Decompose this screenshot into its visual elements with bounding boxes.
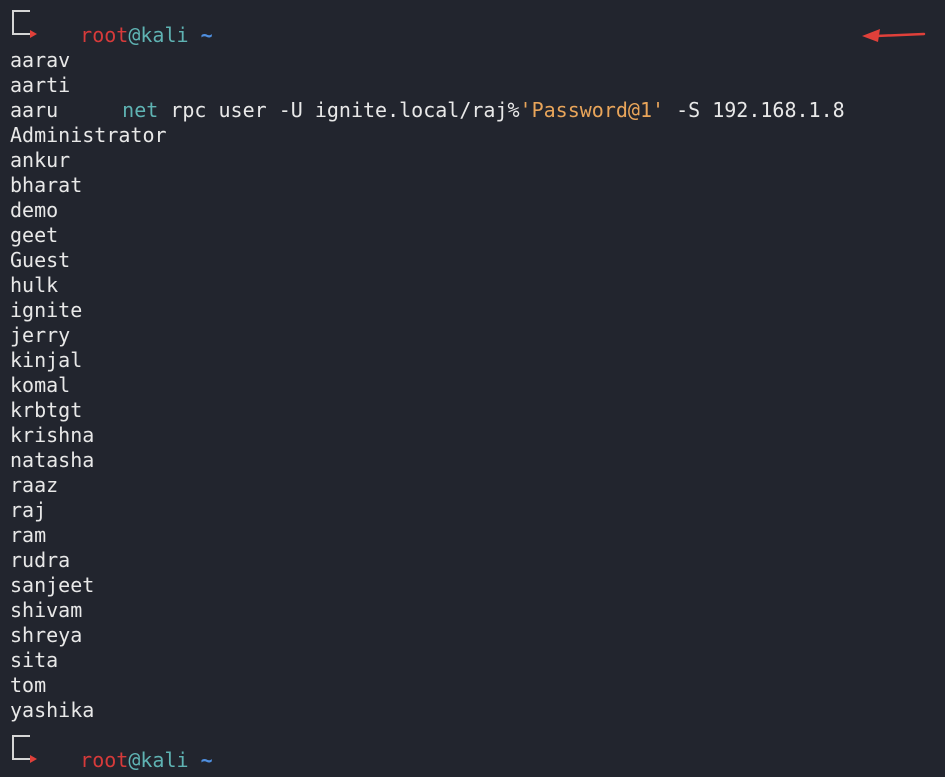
output-line: yashika bbox=[10, 698, 95, 722]
output-line: sanjeet bbox=[10, 573, 95, 597]
output-line: demo bbox=[10, 198, 59, 222]
prompt-bracket-bottom-icon bbox=[12, 23, 30, 35]
output-line: rudra bbox=[10, 548, 71, 572]
output-line: ram bbox=[10, 523, 47, 547]
prompt-arrow-icon bbox=[30, 755, 37, 763]
output-line: krbtgt bbox=[10, 398, 83, 422]
output-line: komal bbox=[10, 373, 71, 397]
output-line: aarav bbox=[10, 48, 71, 72]
command-line-2[interactable] bbox=[0, 748, 945, 773]
command-line[interactable]: net rpc user -U ignite.local/raj%'Passwo… bbox=[0, 23, 945, 122]
output-line: kinjal bbox=[10, 348, 83, 372]
output-line: tom bbox=[10, 673, 47, 697]
output-line: Administrator bbox=[10, 123, 167, 147]
prompt-header-2: root@kali ~ bbox=[0, 723, 945, 772]
output-line: krishna bbox=[10, 423, 95, 447]
terminal-window[interactable]: root@kali ~ net rpc user -U ignite.local… bbox=[0, 0, 945, 775]
output-line: aaru bbox=[10, 98, 59, 122]
output-line: geet bbox=[10, 223, 59, 247]
prompt-bracket-bottom-icon bbox=[12, 748, 30, 760]
output-line: sita bbox=[10, 648, 59, 672]
output-line: shivam bbox=[10, 598, 83, 622]
prompt-bracket-top-icon bbox=[12, 735, 30, 749]
prompt-header: root@kali ~ bbox=[0, 0, 945, 47]
output-line: raaz bbox=[10, 473, 59, 497]
prompt-bracket-top-icon bbox=[12, 10, 30, 24]
command-output: aarav aarti aaru Administrator ankur bha… bbox=[0, 48, 945, 723]
output-line: bharat bbox=[10, 173, 83, 197]
output-line: hulk bbox=[10, 273, 59, 297]
annotation-arrow-icon bbox=[862, 29, 926, 42]
output-line: aarti bbox=[10, 73, 71, 97]
output-line: raj bbox=[10, 498, 47, 522]
output-line: ignite bbox=[10, 298, 83, 322]
output-line: shreya bbox=[10, 623, 83, 647]
output-line: natasha bbox=[10, 448, 95, 472]
prompt-arrow-icon bbox=[30, 30, 37, 38]
output-line: Guest bbox=[10, 248, 71, 272]
output-line: jerry bbox=[10, 323, 71, 347]
output-line: ankur bbox=[10, 148, 71, 172]
